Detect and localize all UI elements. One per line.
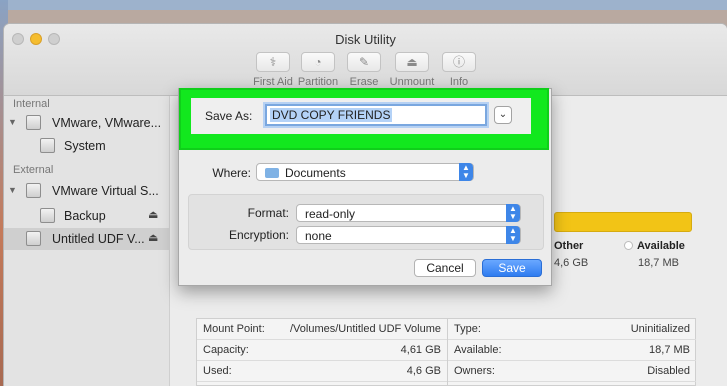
disk-image-icon: [26, 231, 41, 246]
format-popup[interactable]: read-only ▲ ▼: [296, 204, 521, 222]
sidebar-item-vmware-virtual[interactable]: ▼ VMware Virtual S...: [4, 180, 170, 202]
usage-bar: [554, 212, 692, 232]
sidebar-item-label: Untitled UDF V...: [52, 232, 145, 246]
volume-icon: [40, 208, 55, 223]
info-value: /Volumes/Untitled UDF Volume: [289, 323, 441, 335]
info-row-mount-point: Mount Point: /Volumes/Untitled UDF Volum…: [197, 319, 447, 340]
info-value: 18,7 MB: [649, 344, 690, 356]
where-label: Where:: [212, 166, 251, 180]
info-row-available: Available: 18,7 MB: [448, 340, 696, 361]
info-icon: ⓘ: [442, 52, 476, 72]
save-as-input[interactable]: DVD COPY FRIENDS: [265, 104, 487, 126]
legend-other: Other 4,6 GB: [554, 240, 588, 269]
volume-info-table: Mount Point: /Volumes/Untitled UDF Volum…: [196, 318, 696, 386]
erase-icon: ✎: [347, 52, 381, 72]
info-row-capacity: Capacity: 4,61 GB: [197, 340, 447, 361]
sidebar-item-label: VMware Virtual S...: [52, 184, 159, 198]
title-bar: Disk Utility ⚕ First Aid ◔ Partition ✎ E…: [4, 24, 727, 96]
info-key: Mount Point:: [203, 323, 265, 335]
info-key: Available:: [454, 344, 502, 356]
eject-icon[interactable]: ⏏: [148, 208, 158, 221]
sidebar-item-label: VMware, VMware...: [52, 116, 162, 130]
popup-arrows-icon: ▲ ▼: [506, 226, 520, 244]
popup-arrows-icon: ▲ ▼: [506, 204, 520, 222]
sidebar-external-header: External: [13, 164, 54, 176]
legend-other-size: 4,6 GB: [554, 257, 589, 269]
sidebar-item-label: Backup: [64, 209, 106, 223]
available-swatch-icon: [624, 241, 633, 250]
legend-available-label: Available: [637, 240, 685, 252]
first-aid-icon: ⚕: [256, 52, 290, 72]
toolbar-info-label: Info: [449, 76, 469, 88]
disclosure-triangle-icon[interactable]: ▼: [8, 185, 17, 195]
sidebar-item-untitled-udf[interactable]: Untitled UDF V... ⏏: [4, 228, 170, 250]
info-row-used: Used: 4,6 GB: [197, 361, 447, 382]
eject-icon[interactable]: ⏏: [148, 231, 158, 244]
sidebar-item-backup[interactable]: Backup ⏏: [4, 205, 170, 227]
info-value: Uninitialized: [630, 323, 690, 335]
save-as-row: Save As: DVD COPY FRIENDS ⌄: [191, 98, 531, 134]
info-row-type: Type: Uninitialized: [448, 319, 696, 340]
save-as-value: DVD COPY FRIENDS: [270, 108, 393, 122]
save-as-label: Save As:: [205, 109, 253, 123]
sidebar-item-system[interactable]: System: [4, 135, 170, 157]
info-value: Disabled: [647, 365, 690, 377]
popup-arrows-icon: ▲ ▼: [459, 163, 473, 181]
save-button[interactable]: Save: [482, 259, 542, 277]
sidebar: Internal ▼ VMware, VMware... System Exte…: [4, 96, 170, 386]
legend-other-label: Other: [554, 240, 584, 252]
format-label: Format:: [247, 206, 289, 220]
disclosure-triangle-icon[interactable]: ▼: [8, 117, 17, 127]
where-popup[interactable]: Documents ▲ ▼: [256, 163, 474, 181]
info-key: Type:: [454, 323, 481, 335]
info-key: Owners:: [454, 365, 495, 377]
hard-disk-icon: [26, 183, 41, 198]
encryption-label: Encryption:: [228, 228, 289, 242]
desktop-background: [0, 0, 727, 10]
volume-icon: [40, 138, 55, 153]
info-row-owners: Owners: Disabled: [448, 361, 696, 382]
expand-dialog-chevron-icon[interactable]: ⌄: [494, 106, 512, 124]
legend-available: Available 18,7 MB: [624, 240, 685, 269]
info-key: Capacity:: [203, 344, 249, 356]
sidebar-item-vmware-disk[interactable]: ▼ VMware, VMware...: [4, 112, 170, 134]
legend-available-size: 18,7 MB: [638, 257, 679, 269]
format-value: read-only: [305, 207, 356, 221]
info-value: 4,61 GB: [400, 344, 441, 356]
cancel-button[interactable]: Cancel: [414, 259, 476, 277]
save-as-highlight: Save As: DVD COPY FRIENDS ⌄: [179, 88, 549, 150]
toolbar-info[interactable]: ⓘ Info: [429, 52, 489, 88]
folder-icon: [265, 168, 279, 178]
partition-icon: ◔: [301, 52, 335, 72]
unmount-icon: ⏏: [395, 52, 429, 72]
sidebar-item-label: System: [64, 139, 106, 153]
info-key: Used:: [203, 365, 232, 377]
encryption-value: none: [305, 229, 332, 243]
sidebar-internal-header: Internal: [13, 98, 50, 110]
where-value: Documents: [285, 166, 346, 180]
info-value: 4,6 GB: [406, 365, 441, 377]
encryption-popup[interactable]: none ▲ ▼: [296, 226, 521, 244]
hard-disk-icon: [26, 115, 41, 130]
window-title: Disk Utility: [335, 32, 396, 47]
